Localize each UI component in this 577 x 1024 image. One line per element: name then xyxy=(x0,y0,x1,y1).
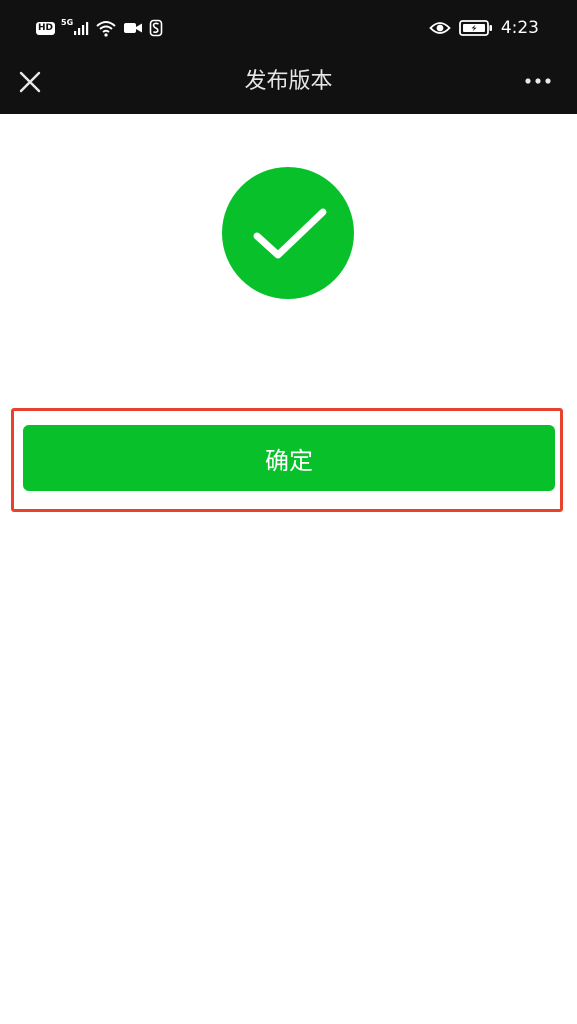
status-bar: HD 5G 4:23 xyxy=(0,0,577,56)
network-type-label: 5G xyxy=(61,18,74,27)
wifi-icon xyxy=(95,19,117,37)
page-title: 发布版本 xyxy=(244,69,333,94)
more-icon xyxy=(525,78,551,84)
more-button[interactable] xyxy=(523,66,553,96)
s-app-icon xyxy=(149,19,163,37)
video-camera-icon xyxy=(123,21,143,35)
status-time: 4:23 xyxy=(500,18,539,38)
status-bar-right: 4:23 xyxy=(429,17,539,39)
navigation-bar: 发布版本 xyxy=(0,56,577,114)
signal-icon: 5G xyxy=(61,18,89,36)
check-circle-icon xyxy=(221,166,355,300)
battery-charging-icon xyxy=(458,19,493,37)
confirm-button[interactable]: 确定 xyxy=(23,425,555,491)
status-bar-left: HD 5G xyxy=(36,17,163,39)
hd-icon: HD xyxy=(36,21,56,35)
eye-icon xyxy=(429,20,451,36)
